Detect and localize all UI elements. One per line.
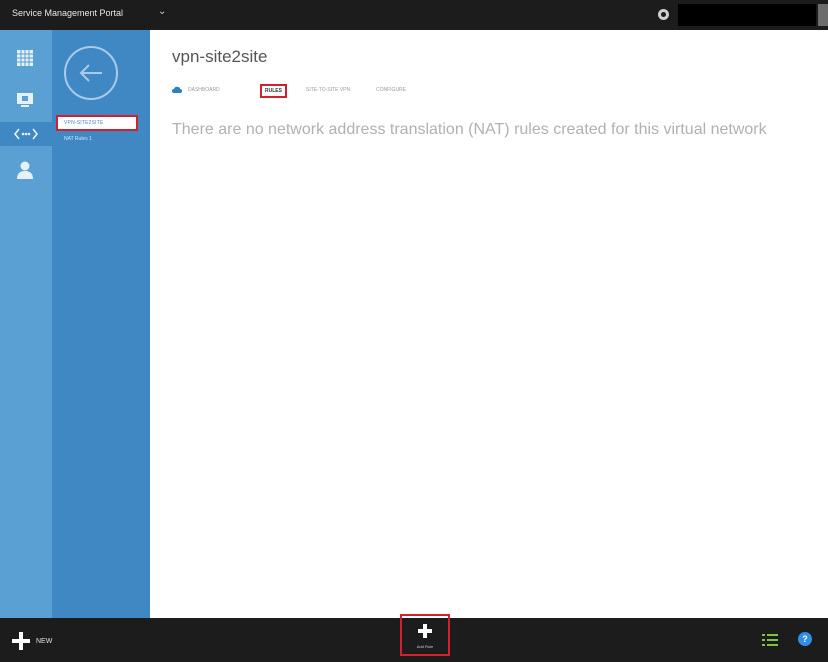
avatar[interactable]: [818, 4, 828, 26]
page-title: vpn-site2site: [172, 47, 268, 66]
secondary-navigation: VPN-SITE2SITE NAT Rules 1: [52, 30, 150, 618]
monitor-icon: [17, 93, 33, 107]
gear-icon[interactable]: [658, 9, 669, 20]
help-icon[interactable]: ?: [798, 632, 812, 646]
user-icon: [17, 161, 33, 179]
subnav-item-nat-rules[interactable]: NAT Rules 1: [64, 136, 92, 142]
command-bar: NEW Add Rule ?: [0, 614, 828, 662]
grid-icon: [17, 50, 33, 66]
arrow-left-icon: [79, 64, 102, 82]
portal-title[interactable]: Service Management Portal: [12, 8, 123, 18]
nav-item-networks[interactable]: [0, 122, 52, 146]
task-list-icon[interactable]: [762, 633, 778, 647]
network-icon: [14, 128, 38, 140]
add-rule-button[interactable]: Add Rule: [400, 614, 450, 656]
tab-site-to-site-vpn[interactable]: SITE-TO-SITE VPN: [306, 87, 350, 93]
nav-item-my-account[interactable]: [10, 158, 40, 182]
nav-item-virtual-machines[interactable]: [10, 88, 40, 112]
main-content: vpn-site2site DASHBOARD RULES SITE-TO-SI…: [150, 30, 828, 618]
new-button[interactable]: NEW: [12, 632, 52, 650]
empty-state-message: There are no network address translation…: [172, 121, 767, 138]
back-button[interactable]: [64, 46, 118, 100]
add-rule-label: Add Rule: [416, 644, 434, 649]
subnav-item-vpn-site2site[interactable]: VPN-SITE2SITE: [56, 115, 138, 131]
tab-dashboard[interactable]: DASHBOARD: [188, 87, 220, 93]
chevron-down-icon[interactable]: ⌄: [158, 6, 166, 17]
user-account-box[interactable]: [678, 4, 816, 26]
cloud-icon: [172, 86, 182, 93]
top-bar: Service Management Portal ⌄: [0, 0, 828, 30]
icon-navigation: [0, 30, 52, 618]
new-button-label: NEW: [36, 637, 53, 645]
tab-configure[interactable]: CONFIGURE: [376, 87, 406, 93]
nav-item-all-items[interactable]: [10, 46, 40, 70]
plus-icon: [418, 624, 432, 638]
plus-icon: [12, 632, 30, 650]
tab-rules[interactable]: RULES: [260, 84, 287, 98]
